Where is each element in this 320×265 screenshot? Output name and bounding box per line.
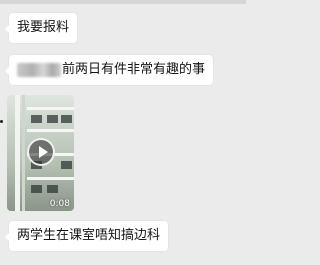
video-thumbnail-window: [61, 161, 72, 169]
top-bar: [0, 0, 246, 4]
play-icon[interactable]: [27, 138, 55, 166]
video-thumbnail-window: [61, 115, 72, 123]
video-thumbnail-window: [31, 185, 42, 193]
message-text: 我要报料: [17, 20, 70, 35]
message-text: 两学生在课室唔知搞边科: [17, 228, 161, 243]
video-message[interactable]: 0:08: [7, 95, 74, 211]
video-duration: 0:08: [49, 199, 70, 209]
video-thumbnail-window: [31, 115, 42, 123]
video-thumbnail-band: [27, 107, 74, 110]
video-thumbnail-pole: [15, 95, 20, 211]
chat-message-bubble[interactable]: 前两日有件非常有趣的事: [4, 55, 214, 85]
video-thumbnail-band: [27, 129, 74, 132]
left-edge-dot: [0, 120, 3, 123]
video-thumbnail-window: [47, 115, 58, 123]
video-thumbnail-pole: [22, 95, 25, 211]
chat-message-bubble[interactable]: 我要报料: [4, 13, 78, 43]
redacted-name: [17, 62, 61, 77]
video-thumbnail-window: [47, 185, 58, 193]
message-text: 前两日有件非常有趣的事: [62, 62, 206, 77]
video-thumbnail-band: [27, 177, 74, 180]
chat-message-bubble[interactable]: 两学生在课室唔知搞边科: [4, 221, 169, 251]
